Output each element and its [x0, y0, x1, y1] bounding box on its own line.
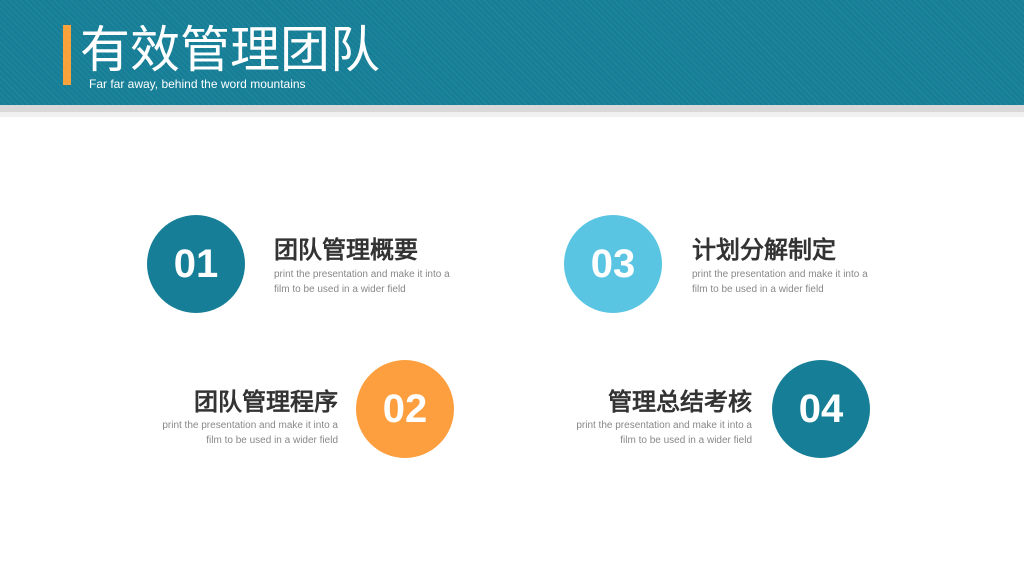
number-circle-01: 01 — [147, 215, 245, 313]
item-desc-01-line1: print the presentation and make it into … — [274, 269, 450, 280]
number-circle-03: 03 — [564, 215, 662, 313]
item-title-03: 计划分解制定 — [692, 236, 836, 264]
item-title-02: 团队管理程序 — [194, 388, 338, 416]
item-desc-01-line2: film to be used in a wider field — [274, 284, 406, 295]
item-desc-03: print the presentation and make it into … — [692, 267, 892, 297]
header-banner: 有效管理团队 Far far away, behind the word mou… — [0, 0, 1024, 105]
item-desc-04-line2: film to be used in a wider field — [620, 435, 752, 446]
item-title-04: 管理总结考核 — [608, 388, 752, 416]
header-divider — [0, 105, 1024, 112]
page-title: 有效管理团队 — [80, 21, 380, 79]
page-subtitle: Far far away, behind the word mountains — [89, 77, 306, 91]
header-divider-light — [0, 112, 1024, 117]
item-desc-01: print the presentation and make it into … — [274, 267, 474, 297]
item-desc-02: print the presentation and make it into … — [138, 418, 338, 448]
number-circle-04: 04 — [772, 360, 870, 458]
item-desc-03-line1: print the presentation and make it into … — [692, 269, 868, 280]
item-desc-03-line2: film to be used in a wider field — [692, 284, 824, 295]
title-accent-bar — [63, 25, 71, 85]
item-desc-04-line1: print the presentation and make it into … — [576, 420, 752, 431]
item-desc-04: print the presentation and make it into … — [552, 418, 752, 448]
item-desc-02-line2: film to be used in a wider field — [206, 435, 338, 446]
number-circle-02: 02 — [356, 360, 454, 458]
item-desc-02-line1: print the presentation and make it into … — [162, 420, 338, 431]
item-title-01: 团队管理概要 — [274, 236, 418, 264]
